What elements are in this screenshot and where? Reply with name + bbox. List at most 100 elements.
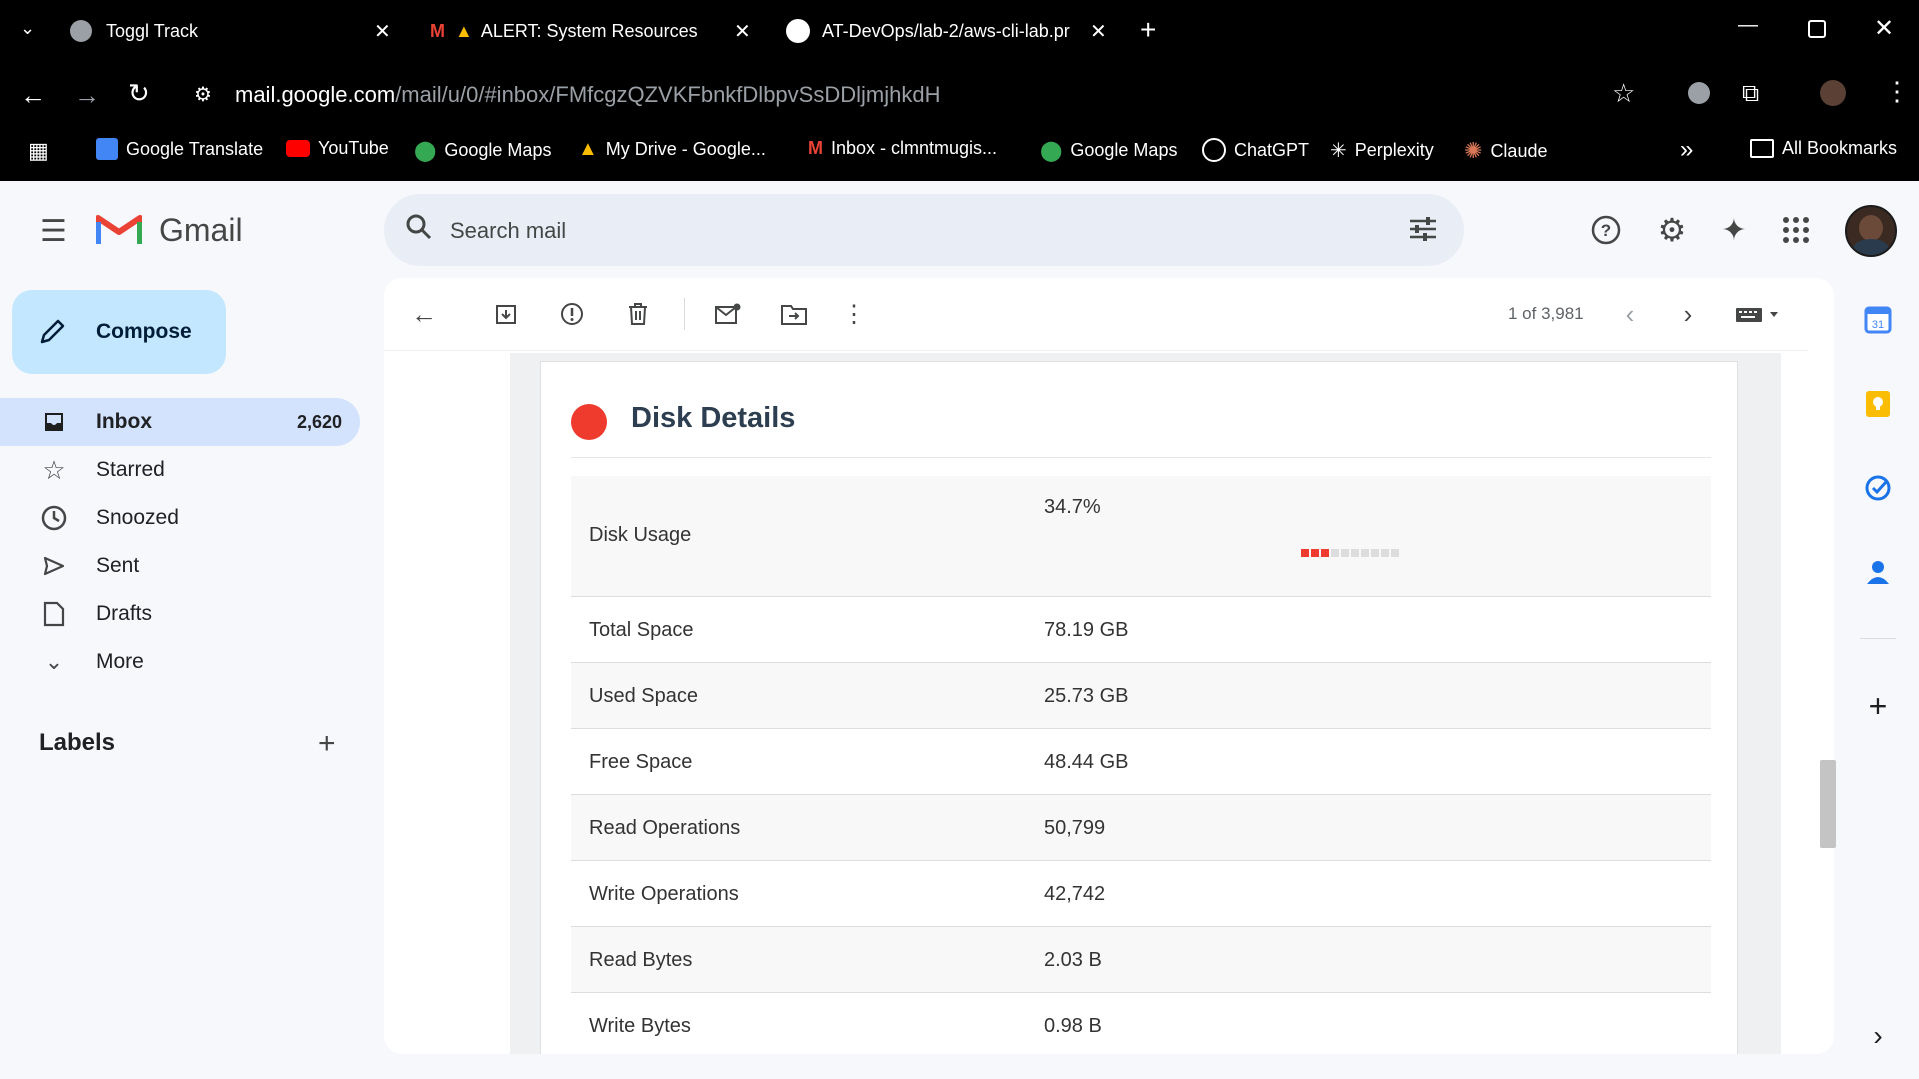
report-spam-icon[interactable]: [558, 300, 586, 328]
tab-search-chevron-icon[interactable]: ⌄: [20, 18, 35, 39]
svg-text:31: 31: [1872, 319, 1884, 331]
usage-segment-filled: [1311, 549, 1319, 557]
search-bar[interactable]: Search mail: [384, 194, 1464, 266]
bookmark-inbox[interactable]: M Inbox - clmntmugis...: [808, 138, 997, 159]
keep-icon[interactable]: [1860, 386, 1896, 422]
tab-bar: ⌄ Toggl Track ✕ M ▲ ALERT: System Resour…: [0, 0, 1919, 60]
restore-icon[interactable]: [1808, 20, 1826, 38]
maps-pin-icon: ⬤: [1040, 140, 1063, 162]
bookmark-claude[interactable]: ✺ Claude: [1464, 138, 1547, 164]
close-icon[interactable]: ✕: [374, 19, 391, 44]
move-to-icon[interactable]: [780, 300, 808, 328]
help-icon[interactable]: ?: [1586, 210, 1626, 250]
email-body: Disk Details Disk Usage 34.7% Total Spac…: [510, 353, 1781, 1054]
more-options-icon[interactable]: ⋮: [840, 300, 868, 328]
delete-icon[interactable]: [624, 300, 652, 328]
sidebar-item-starred[interactable]: ☆ Starred: [0, 446, 360, 494]
gmail-logo-text[interactable]: Gmail: [159, 212, 243, 249]
usage-segment-empty: [1361, 549, 1369, 557]
usage-segment-empty: [1341, 549, 1349, 557]
table-row: Total Space 78.19 GB: [571, 597, 1711, 663]
mark-unread-icon[interactable]: [714, 300, 742, 328]
tab-title: AT-DevOps/lab-2/aws-cli-lab.pr: [822, 20, 1070, 41]
compose-button[interactable]: Compose: [12, 290, 226, 374]
scrollbar-thumb[interactable]: [1820, 760, 1836, 848]
older-chevron-icon[interactable]: ›: [1674, 299, 1702, 329]
google-apps-icon[interactable]: [1776, 210, 1816, 250]
account-avatar[interactable]: [1845, 205, 1897, 257]
message-toolbar: ← ⋮ 1 of 3,981 ‹ ›: [384, 278, 1834, 350]
url-field[interactable]: mail.google.com/mail/u/0/#inbox/FMfcgzQZ…: [235, 82, 940, 108]
menu-kebab-icon[interactable]: ⋮: [1884, 76, 1910, 107]
archive-icon[interactable]: [492, 300, 520, 328]
usage-bar: [1301, 549, 1399, 557]
reload-icon[interactable]: ↻: [128, 78, 150, 109]
more-bookmarks-icon[interactable]: »: [1680, 136, 1693, 164]
tab-toggl[interactable]: Toggl Track ✕: [70, 10, 400, 52]
new-tab-icon[interactable]: +: [1140, 14, 1156, 46]
bookmark-perplexity[interactable]: ✳ Perplexity: [1330, 138, 1434, 163]
bookmark-youtube[interactable]: YouTube: [286, 138, 389, 159]
tab-github[interactable]: AT-DevOps/lab-2/aws-cli-lab.pr ✕: [786, 10, 1116, 52]
tab-alert[interactable]: M ▲ ALERT: System Resources Cr ✕: [430, 10, 760, 52]
bookmark-google-maps[interactable]: ⬤ Google Maps: [414, 138, 551, 163]
extensions-icon[interactable]: ⧉: [1742, 80, 1759, 108]
toggl-extension-icon[interactable]: [1688, 82, 1710, 104]
contacts-icon[interactable]: [1860, 554, 1896, 590]
get-addons-icon[interactable]: +: [1860, 688, 1896, 724]
metric-value: 78.19 GB: [1044, 619, 1129, 641]
bookmark-star-icon[interactable]: ☆: [1612, 78, 1635, 109]
all-bookmarks[interactable]: All Bookmarks: [1750, 138, 1897, 159]
nav-label: Sent: [96, 554, 140, 577]
nav-label: Drafts: [96, 602, 153, 625]
usage-segment-empty: [1381, 549, 1389, 557]
sidebar-item-snoozed[interactable]: Snoozed: [0, 494, 360, 542]
newer-chevron-icon[interactable]: ‹: [1616, 299, 1644, 329]
star-icon: ☆: [42, 454, 66, 485]
close-icon[interactable]: ✕: [1090, 19, 1107, 44]
add-label-icon[interactable]: +: [318, 727, 336, 761]
usage-segment-empty: [1331, 549, 1339, 557]
input-tools-icon[interactable]: [1730, 300, 1790, 328]
bookmark-my-drive[interactable]: ▲ My Drive - Google...: [578, 138, 766, 161]
settings-gear-icon[interactable]: ⚙: [1652, 210, 1692, 250]
chevron-down-icon: ⌄: [44, 649, 64, 674]
profile-avatar-icon[interactable]: [1820, 80, 1846, 106]
show-side-panel-icon[interactable]: ›: [1860, 1018, 1896, 1054]
main-menu-icon[interactable]: ☰: [40, 214, 67, 249]
sidebar-item-sent[interactable]: Sent: [0, 542, 360, 590]
bookmark-google-translate[interactable]: Google Translate: [96, 138, 263, 160]
close-window-icon[interactable]: ✕: [1874, 14, 1894, 43]
metric-value: 2.03 B: [1044, 949, 1102, 971]
minimize-icon[interactable]: —: [1738, 14, 1758, 37]
close-icon[interactable]: ✕: [734, 19, 751, 44]
usage-segment-empty: [1371, 549, 1379, 557]
usage-segment-empty: [1391, 549, 1399, 557]
forward-icon[interactable]: →: [74, 80, 100, 111]
search-icon[interactable]: [404, 212, 434, 247]
sidebar-item-drafts[interactable]: Drafts: [0, 590, 360, 638]
sidebar-item-inbox[interactable]: Inbox 2,620: [0, 398, 360, 446]
bookmark-chatgpt[interactable]: ChatGPT: [1202, 138, 1309, 162]
metric-value: 0.98 B: [1044, 1015, 1102, 1037]
apps-grid-icon[interactable]: ▦: [28, 138, 49, 164]
gmail-logo-icon[interactable]: [95, 212, 143, 246]
search-options-icon[interactable]: [1408, 214, 1438, 249]
back-icon[interactable]: ←: [20, 80, 46, 111]
message-pager: 1 of 3,981: [1508, 304, 1584, 323]
bookmark-google-maps-2[interactable]: ⬤ Google Maps: [1040, 138, 1177, 163]
site-settings-icon[interactable]: ⚙: [194, 82, 212, 107]
svg-text:?: ?: [1601, 221, 1611, 240]
drive-icon: ▲: [578, 138, 598, 160]
labels-heading: Labels: [39, 729, 116, 756]
usage-segment-filled: [1301, 549, 1309, 557]
gemini-sparkle-icon[interactable]: ✦: [1714, 210, 1754, 250]
calendar-icon[interactable]: 31: [1860, 302, 1896, 338]
sidebar-item-more[interactable]: ⌄ More: [0, 638, 360, 686]
table-row: Write Operations 42,742: [571, 861, 1711, 927]
nav-label: More: [96, 650, 144, 673]
search-input[interactable]: Search mail: [450, 218, 566, 244]
tab-title: ALERT: System Resources Cr: [480, 20, 699, 41]
back-to-inbox-icon[interactable]: ←: [410, 299, 438, 329]
tasks-icon[interactable]: [1860, 470, 1896, 506]
